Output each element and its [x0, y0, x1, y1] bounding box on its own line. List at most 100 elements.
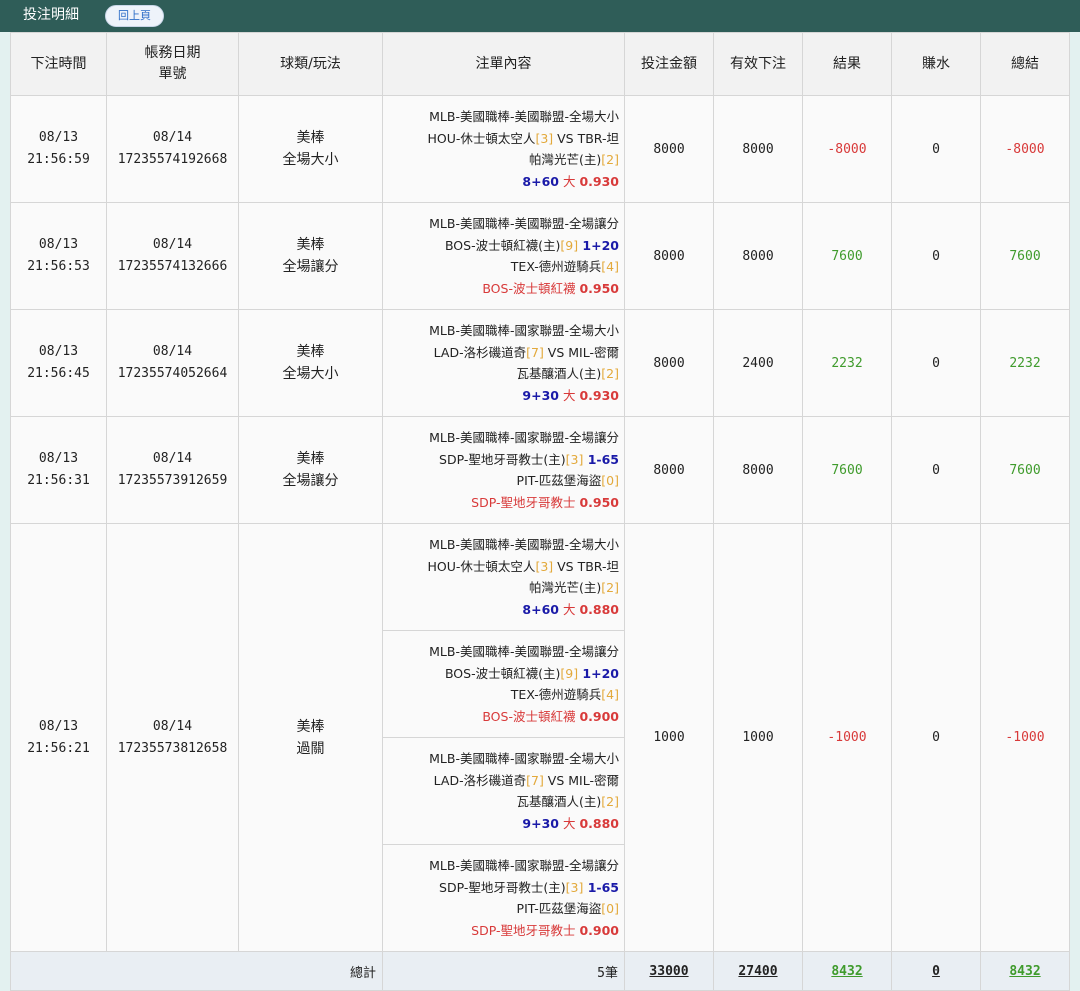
col-account-date-label: 帳務日期: [144, 45, 201, 61]
pick-label: 大: [559, 173, 580, 189]
team-rank: [2]: [601, 152, 619, 167]
team-name: BOS-波士頓紅襪(主): [444, 237, 561, 253]
bet-content: MLB-美國職棒-美國聯盟-全場大小 HOU-休士頓太空人[3] VS TBR-坦…: [382, 95, 625, 203]
team-rank: [7]: [526, 772, 544, 788]
bet-pick-line: SDP-聖地牙哥教士 0.950: [388, 492, 619, 514]
team-name: LAD-洛杉磯道奇: [433, 344, 527, 360]
result-value: 7600: [802, 202, 892, 310]
bet-content: MLB-美國職棒-國家聯盟-全場讓分 SDP-聖地牙哥教士(主)[3] 1-65 P…: [382, 844, 625, 952]
sport-name: 美棒: [296, 130, 325, 146]
totals-result: 8432: [802, 951, 892, 991]
account-date: 08/14: [152, 451, 193, 466]
bet-time-cell: 08/13 21:56:53: [10, 202, 107, 310]
bet-date: 08/13: [38, 718, 79, 734]
header-bar: 投注明細 回上頁: [0, 0, 1080, 32]
bet-league: MLB-美國職棒-美國聯盟-全場讓分: [429, 644, 619, 659]
handicap-value: 8+60: [522, 173, 559, 189]
ticket-no: 17235574192668: [117, 152, 228, 167]
bet-league: MLB-美國職棒-美國聯盟-全場大小: [429, 537, 619, 552]
bet-amount: 8000: [624, 202, 714, 310]
pick-label: SDP-聖地牙哥教士: [471, 922, 580, 938]
versus-text: VS TBR-坦: [553, 130, 619, 146]
handicap-value: 9+30: [522, 387, 559, 403]
versus-text: VS TBR-坦: [553, 558, 619, 574]
account-date: 08/14: [152, 237, 193, 252]
col-total: 總結: [980, 32, 1070, 96]
bet-amount: 8000: [624, 95, 714, 203]
team-name: TEX-德州遊騎兵: [510, 687, 602, 702]
team-rank: [3]: [565, 879, 584, 895]
col-rebate: 賺水: [891, 32, 981, 96]
bet-teams-line: TEX-德州遊騎兵[4]: [388, 256, 619, 278]
ticket-no: 17235574052664: [117, 366, 228, 381]
pick-label: BOS-波士頓紅襪: [482, 280, 580, 296]
bet-teams-line: PIT-匹茲堡海盜[0]: [388, 898, 619, 920]
play-type: 全場讓分: [282, 259, 339, 275]
total-value: 7600: [980, 416, 1070, 524]
team-rank: [2]: [601, 366, 619, 381]
odds-value: 0.880: [579, 601, 619, 617]
bet-teams-line: HOU-休士頓太空人[3] VS TBR-坦: [388, 128, 619, 150]
sport-name: 美棒: [296, 451, 325, 467]
odds-value: 0.950: [579, 280, 619, 296]
team-rank: [9]: [560, 237, 579, 253]
total-value: -1000: [980, 523, 1070, 952]
team-name: 帕灣光芒(主): [529, 152, 602, 167]
bet-date: 08/13: [38, 130, 79, 145]
handicap-value: 9+30: [522, 815, 559, 831]
bet-teams-line: LAD-洛杉磯道奇[7] VS MIL-密爾: [388, 770, 619, 792]
col-sport-play: 球類/玩法: [238, 32, 383, 96]
table-row: 08/13 21:56:31 08/14 17235573912659 美棒 全場讓分 ML…: [10, 416, 1070, 524]
versus-text: VS MIL-密爾: [543, 344, 619, 360]
pick-label: SDP-聖地牙哥教士: [471, 494, 580, 510]
team-name: TEX-德州遊騎兵: [510, 259, 602, 274]
bet-teams-line: LAD-洛杉磯道奇[7] VS MIL-密爾: [388, 342, 619, 364]
bet-content: MLB-美國職棒-美國聯盟-全場讓分 BOS-波士頓紅襪(主)[9] 1+20 TE…: [382, 202, 625, 310]
totals-count: 5筆: [382, 951, 625, 991]
bet-teams-line: 瓦基釀酒人(主)[2]: [388, 791, 619, 813]
bet-pick-line: 8+60 大 0.930: [388, 171, 619, 193]
table-header-row: 下注時間 帳務日期 單號 球類/玩法 注單內容 投注金額 有效下注 結果 賺水 總…: [10, 32, 1070, 96]
bet-time-cell: 08/13 21:56:21: [10, 523, 107, 952]
bet-league: MLB-美國職棒-國家聯盟-全場大小: [429, 751, 619, 766]
bet-time: 21:56:45: [27, 366, 90, 381]
bet-teams-line: 瓦基釀酒人(主)[2]: [388, 363, 619, 385]
total-value: 2232: [980, 309, 1070, 417]
result-value: 2232: [802, 309, 892, 417]
bet-league: MLB-美國職棒-國家聯盟-全場讓分: [429, 858, 619, 873]
bet-content: MLB-美國職棒-國家聯盟-全場大小 LAD-洛杉磯道奇[7] VS MIL-密爾…: [382, 309, 625, 417]
table-row: 08/13 21:56:53 08/14 17235574132666 美棒 全場讓分 ML…: [10, 202, 1070, 310]
totals-row: 總計 5筆 33000 27400 8432 0 8432: [10, 951, 1070, 991]
odds-value: 0.930: [579, 173, 619, 189]
sport-name: 美棒: [296, 718, 325, 735]
bet-teams-line: PIT-匹茲堡海盜[0]: [388, 470, 619, 492]
pick-label: 大: [559, 601, 580, 617]
versus-text: VS MIL-密爾: [543, 772, 619, 788]
rebate-value: 0: [891, 309, 981, 417]
rebate-value: 0: [891, 523, 981, 952]
account-cell: 08/14 17235573912659: [106, 416, 239, 524]
play-type: 全場大小: [282, 366, 339, 382]
bet-pick-line: 9+30 大 0.930: [388, 385, 619, 407]
result-value: 7600: [802, 416, 892, 524]
bet-teams-line: SDP-聖地牙哥教士(主)[3] 1-65: [388, 877, 619, 899]
play-type: 全場讓分: [282, 473, 339, 489]
total-value: 7600: [980, 202, 1070, 310]
team-name: PIT-匹茲堡海盜: [516, 901, 602, 916]
bet-time: 21:56:21: [27, 740, 90, 756]
sport-play-cell: 美棒 全場大小: [238, 95, 383, 203]
bet-teams-line: BOS-波士頓紅襪(主)[9] 1+20: [388, 663, 619, 685]
team-name: PIT-匹茲堡海盜: [516, 473, 602, 488]
pick-label: 大: [559, 387, 580, 403]
handicap-value: 1-65: [583, 879, 619, 895]
rebate-value: 0: [891, 202, 981, 310]
bet-time-cell: 08/13 21:56:31: [10, 416, 107, 524]
bet-pick-line: 9+30 大 0.880: [388, 813, 619, 835]
back-button[interactable]: 回上頁: [105, 5, 164, 27]
sport-play-cell: 美棒 全場大小: [238, 309, 383, 417]
team-name: HOU-休士頓太空人: [427, 130, 536, 146]
total-value: -8000: [980, 95, 1070, 203]
play-type: 全場大小: [282, 152, 339, 168]
odds-value: 0.950: [579, 494, 619, 510]
account-date: 08/14: [152, 130, 193, 145]
